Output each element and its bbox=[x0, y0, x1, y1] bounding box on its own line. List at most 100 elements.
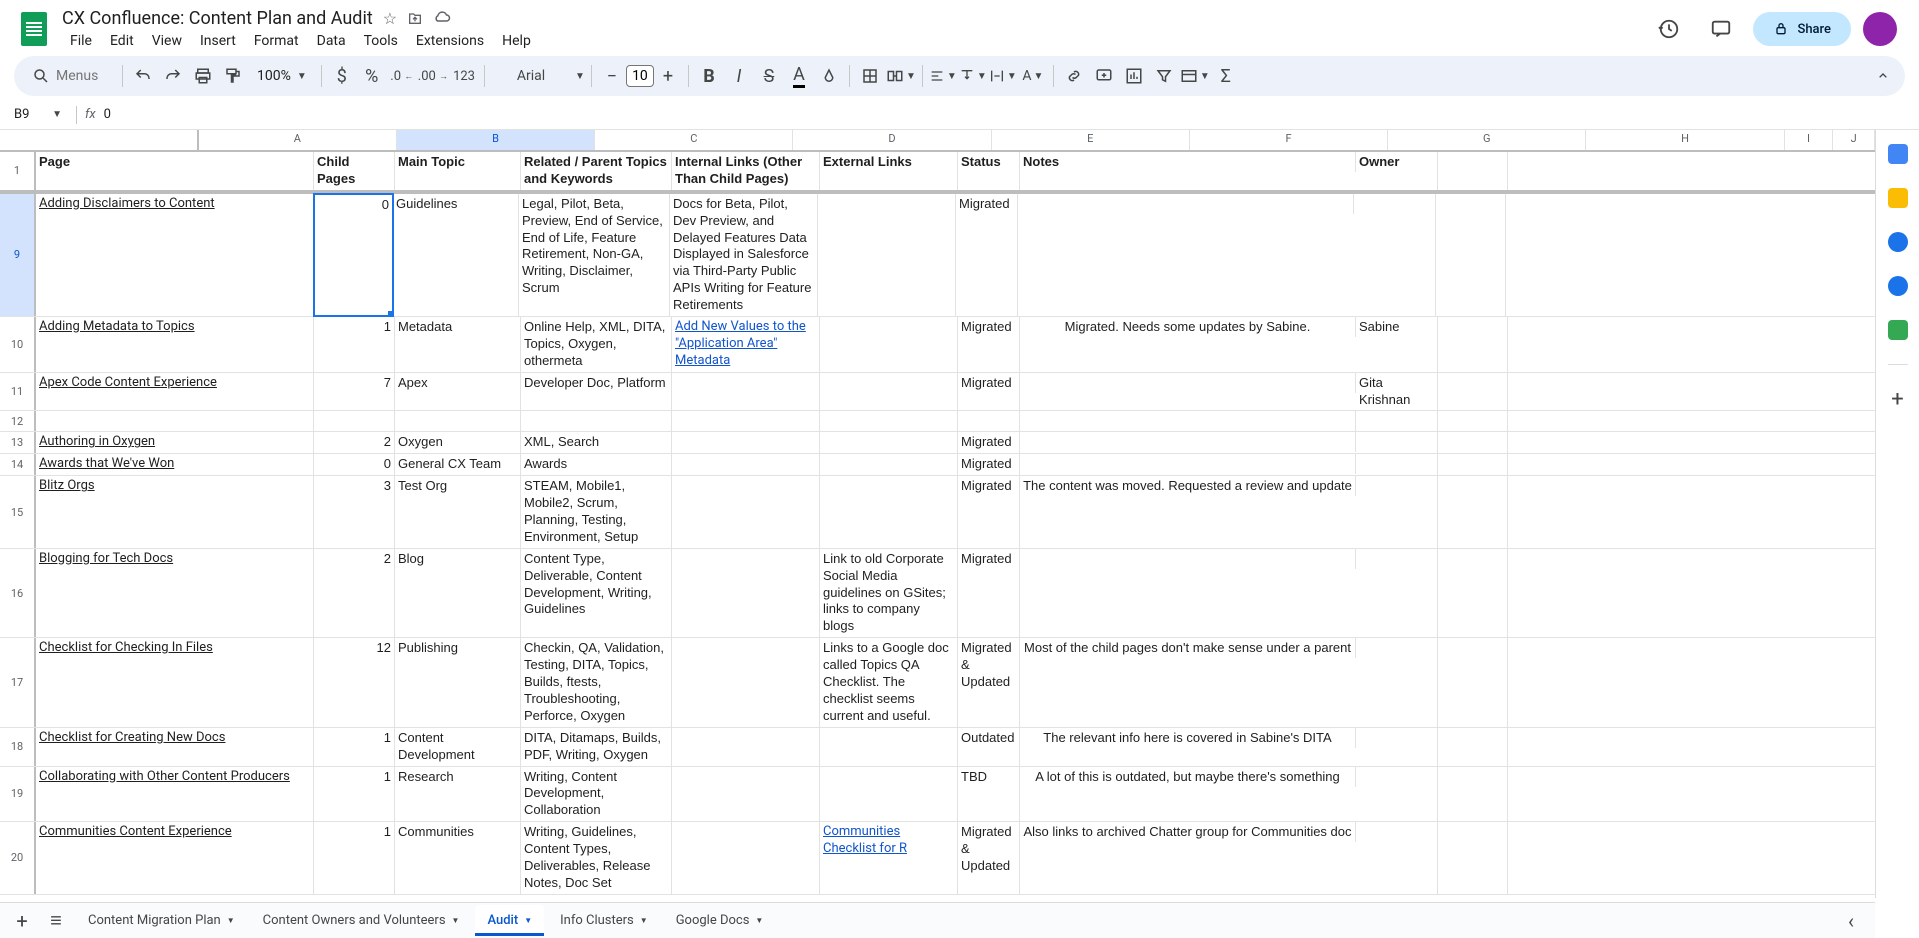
sheet-tab[interactable]: Content Migration Plan▼ bbox=[76, 905, 247, 936]
cell[interactable]: Migrated bbox=[958, 373, 1020, 411]
cell[interactable] bbox=[1438, 767, 1508, 822]
row-header[interactable]: 12 bbox=[0, 411, 36, 431]
strike-button[interactable]: S bbox=[755, 62, 783, 90]
header-cell[interactable]: Internal Links (Other Than Child Pages) bbox=[672, 152, 820, 190]
cell[interactable]: The relevant info here is covered in Sab… bbox=[1020, 728, 1356, 748]
cell[interactable]: Migrated bbox=[956, 194, 1018, 316]
merge-button[interactable]: ▼ bbox=[886, 62, 916, 90]
cell[interactable]: Authoring in Oxygen bbox=[36, 432, 314, 453]
font-select[interactable]: Arial bbox=[491, 62, 571, 90]
menu-insert[interactable]: Insert bbox=[192, 31, 244, 51]
cell[interactable] bbox=[1438, 476, 1508, 548]
menu-help[interactable]: Help bbox=[494, 31, 539, 51]
cell[interactable]: Guidelines bbox=[393, 194, 519, 316]
zoom-select[interactable]: 100%▼ bbox=[249, 68, 315, 84]
cell[interactable]: Blitz Orgs bbox=[36, 476, 314, 548]
comment-button[interactable] bbox=[1090, 62, 1118, 90]
cell[interactable] bbox=[521, 411, 672, 431]
cell[interactable]: Adding Disclaimers to Content bbox=[36, 194, 314, 316]
cell[interactable]: 0 bbox=[314, 454, 395, 475]
column-header-D[interactable]: D bbox=[793, 130, 991, 150]
menu-view[interactable]: View bbox=[144, 31, 190, 51]
column-header-H[interactable]: H bbox=[1586, 130, 1784, 150]
cell[interactable] bbox=[820, 317, 958, 372]
header-cell[interactable] bbox=[1438, 152, 1508, 190]
header-cell[interactable]: External Links bbox=[820, 152, 958, 190]
cell[interactable]: Sabine bbox=[1356, 317, 1438, 372]
cell[interactable] bbox=[1438, 373, 1508, 411]
cell[interactable]: Migrated bbox=[958, 549, 1020, 637]
column-header-G[interactable]: G bbox=[1388, 130, 1586, 150]
cell[interactable]: Awards that We've Won bbox=[36, 454, 314, 475]
cell[interactable]: Checklist for Checking In Files bbox=[36, 638, 314, 726]
cell[interactable]: Test Org bbox=[395, 476, 521, 548]
cell[interactable]: Migrated bbox=[958, 454, 1020, 475]
cloud-status-icon[interactable] bbox=[433, 9, 451, 27]
cell[interactable] bbox=[672, 549, 820, 637]
cell[interactable]: STEAM, Mobile1, Mobile2, Scrum, Planning… bbox=[521, 476, 672, 548]
cell[interactable] bbox=[1438, 317, 1508, 372]
cell[interactable]: Add New Values to the "Application Area"… bbox=[672, 317, 820, 372]
cell[interactable] bbox=[1020, 454, 1356, 474]
cell[interactable] bbox=[1020, 432, 1356, 452]
add-addon-icon[interactable]: + bbox=[1888, 389, 1908, 409]
cell[interactable]: 0 bbox=[313, 193, 394, 317]
sheet-tab[interactable]: Content Owners and Volunteers▼ bbox=[251, 905, 472, 936]
redo-button[interactable] bbox=[159, 62, 187, 90]
text-color-button[interactable]: A bbox=[785, 62, 813, 90]
borders-button[interactable] bbox=[856, 62, 884, 90]
account-avatar[interactable] bbox=[1863, 12, 1897, 46]
menu-edit[interactable]: Edit bbox=[102, 31, 142, 51]
column-header-I[interactable]: I bbox=[1785, 130, 1834, 150]
cell[interactable]: Migrated & Updated bbox=[958, 822, 1020, 894]
print-button[interactable] bbox=[189, 62, 217, 90]
row-header[interactable]: 11 bbox=[0, 373, 36, 411]
cell[interactable] bbox=[1438, 549, 1508, 637]
filter-button[interactable] bbox=[1150, 62, 1178, 90]
row-header[interactable]: 20 bbox=[0, 822, 36, 894]
cell[interactable] bbox=[820, 728, 958, 766]
menu-format[interactable]: Format bbox=[246, 31, 307, 51]
cell[interactable] bbox=[1356, 767, 1438, 822]
menu-tools[interactable]: Tools bbox=[356, 31, 406, 51]
cell[interactable] bbox=[672, 432, 820, 453]
cell[interactable] bbox=[1354, 194, 1436, 316]
column-header-C[interactable]: C bbox=[595, 130, 793, 150]
cell[interactable]: 2 bbox=[314, 432, 395, 453]
row-header[interactable]: 13 bbox=[0, 432, 36, 453]
bold-button[interactable]: B bbox=[695, 62, 723, 90]
calendar-addon-icon[interactable] bbox=[1888, 144, 1908, 164]
cell[interactable] bbox=[672, 373, 820, 411]
cell[interactable] bbox=[820, 454, 958, 475]
cell[interactable]: 3 bbox=[314, 476, 395, 548]
menu-extensions[interactable]: Extensions bbox=[408, 31, 492, 51]
cell[interactable] bbox=[1356, 638, 1438, 726]
comments-icon[interactable] bbox=[1701, 9, 1741, 49]
cell[interactable] bbox=[818, 194, 956, 316]
cell[interactable]: Gita Krishnan bbox=[1356, 373, 1438, 411]
cell[interactable]: XML, Search bbox=[521, 432, 672, 453]
h-align-button[interactable]: ▼ bbox=[929, 62, 957, 90]
share-button[interactable]: Share bbox=[1753, 12, 1851, 46]
menu-search[interactable] bbox=[22, 63, 116, 89]
row-header[interactable]: 1 bbox=[0, 152, 36, 190]
all-sheets-button[interactable]: ≡ bbox=[40, 905, 72, 937]
cell[interactable] bbox=[1436, 194, 1506, 316]
cell[interactable] bbox=[1438, 432, 1508, 453]
cell[interactable]: 1 bbox=[314, 822, 395, 894]
cell[interactable] bbox=[820, 373, 958, 411]
cell[interactable]: 1 bbox=[314, 767, 395, 822]
cell[interactable]: Also links to archived Chatter group for… bbox=[1020, 822, 1356, 842]
cell[interactable]: Links to a Google doc called Topics QA C… bbox=[820, 638, 958, 726]
header-cell[interactable]: Notes bbox=[1020, 152, 1356, 172]
row-header[interactable]: 14 bbox=[0, 454, 36, 475]
cell[interactable]: Migrated bbox=[958, 432, 1020, 453]
keep-addon-icon[interactable] bbox=[1888, 188, 1908, 208]
cell[interactable] bbox=[1438, 454, 1508, 475]
cell[interactable] bbox=[395, 411, 521, 431]
name-box[interactable]: B9▼ bbox=[8, 105, 68, 124]
cell[interactable]: Metadata bbox=[395, 317, 521, 372]
row-header[interactable]: 17 bbox=[0, 638, 36, 726]
menu-search-input[interactable] bbox=[56, 68, 106, 84]
history-icon[interactable] bbox=[1649, 9, 1689, 49]
